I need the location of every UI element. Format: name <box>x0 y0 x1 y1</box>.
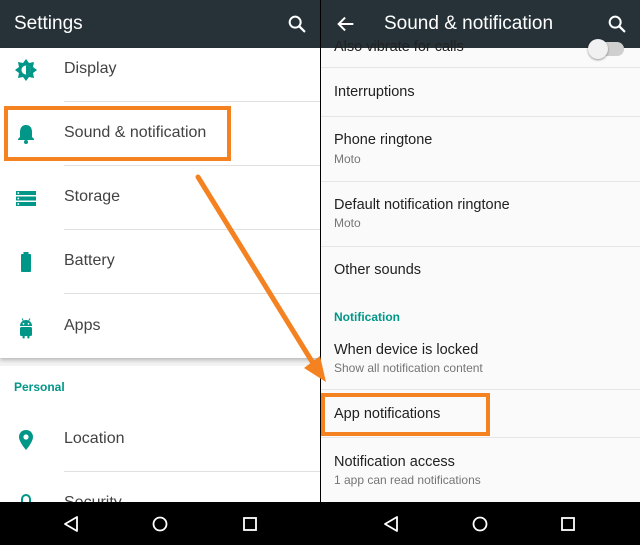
annotation-arrow <box>195 174 326 382</box>
